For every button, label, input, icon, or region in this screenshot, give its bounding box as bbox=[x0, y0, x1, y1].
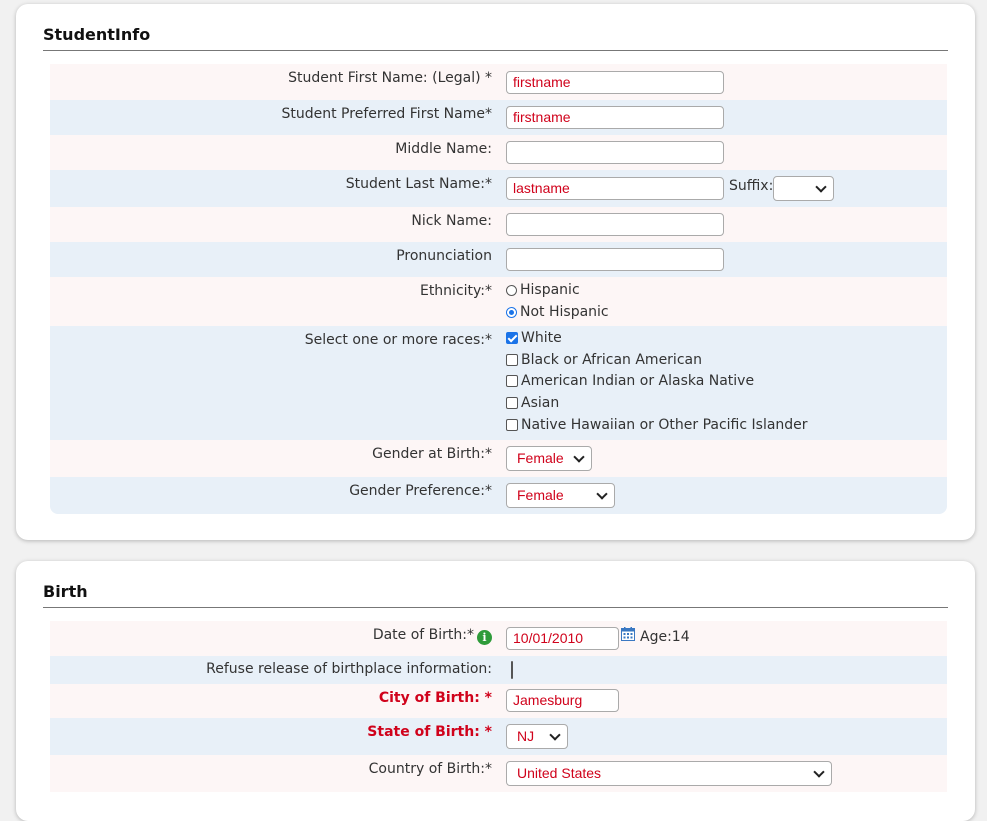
middle-name-input[interactable] bbox=[506, 141, 724, 164]
country-of-birth-label: Country of Birth:* bbox=[368, 761, 492, 777]
race-option-label: Asian bbox=[521, 394, 560, 411]
date-of-birth-label: Date of Birth:* bbox=[372, 627, 474, 643]
row-middle-name: Middle Name: bbox=[50, 135, 947, 170]
row-date-of-birth: Date of Birth:* i 10/01/2010 Age:14 bbox=[50, 621, 947, 656]
chevron-down-icon bbox=[573, 451, 585, 463]
state-of-birth-label: State of Birth: * bbox=[367, 724, 492, 740]
gender-at-birth-select[interactable]: Female bbox=[506, 446, 592, 471]
country-of-birth-value: United States bbox=[517, 765, 602, 781]
last-name-input[interactable]: lastname bbox=[506, 177, 724, 200]
middle-name-label: Middle Name: bbox=[395, 141, 492, 157]
first-name-legal-input[interactable]: firstname bbox=[506, 71, 724, 94]
birth-card: Birth Date of Birth:* i 10/01/2010 Age:14 bbox=[16, 561, 975, 821]
race-option-white[interactable]: White bbox=[506, 327, 808, 349]
gender-preference-value: Female bbox=[517, 487, 564, 503]
row-pronunciation: Pronunciation bbox=[50, 242, 947, 277]
race-option-label: Native Hawaiian or Other Pacific Islande… bbox=[521, 416, 808, 433]
row-city-of-birth: City of Birth: * Jamesburg bbox=[50, 684, 947, 718]
gender-preference-select[interactable]: Female bbox=[506, 483, 615, 508]
row-gender-preference: Gender Preference:* Female bbox=[50, 477, 947, 514]
info-icon[interactable]: i bbox=[477, 630, 492, 645]
ethnicity-option-not-hispanic[interactable]: Not Hispanic bbox=[506, 301, 609, 323]
ethnicity-option-label: Not Hispanic bbox=[520, 304, 609, 320]
checkbox[interactable] bbox=[506, 353, 518, 366]
birth-rows: Date of Birth:* i 10/01/2010 Age:14 Refus… bbox=[50, 621, 947, 792]
row-first-name-legal: Student First Name: (Legal) * firstname bbox=[50, 64, 947, 100]
student-info-heading: StudentInfo bbox=[43, 25, 151, 44]
checkbox[interactable] bbox=[506, 396, 518, 409]
country-of-birth-select[interactable]: United States bbox=[506, 761, 832, 786]
row-races: Select one or more races:* White Black o… bbox=[50, 326, 947, 440]
ethnicity-option-label: Hispanic bbox=[520, 282, 580, 298]
gender-at-birth-label: Gender at Birth:* bbox=[372, 446, 492, 462]
age-text: Age:14 bbox=[640, 629, 690, 645]
refuse-birthplace-label: Refuse release of birthplace information… bbox=[206, 661, 492, 677]
state-of-birth-select[interactable]: NJ bbox=[506, 724, 568, 749]
pronunciation-input[interactable] bbox=[506, 248, 724, 271]
row-state-of-birth: State of Birth: * NJ bbox=[50, 718, 947, 755]
checkbox[interactable] bbox=[506, 418, 518, 431]
row-ethnicity: Ethnicity:* Hispanic Not Hispanic bbox=[50, 277, 947, 326]
chevron-down-icon bbox=[596, 488, 608, 500]
row-refuse-birthplace: Refuse release of birthplace information… bbox=[50, 656, 947, 684]
races-label: Select one or more races:* bbox=[304, 332, 492, 348]
suffix-select[interactable] bbox=[773, 176, 834, 201]
checkbox-checked[interactable] bbox=[506, 331, 518, 344]
date-of-birth-input[interactable]: 10/01/2010 bbox=[506, 627, 619, 650]
gender-at-birth-value: Female bbox=[517, 450, 564, 466]
preferred-first-name-label: Student Preferred First Name* bbox=[281, 106, 493, 122]
pronunciation-label: Pronunciation bbox=[396, 248, 492, 264]
city-of-birth-input[interactable]: Jamesburg bbox=[506, 689, 619, 712]
refuse-birthplace-checkbox[interactable] bbox=[511, 661, 513, 679]
row-preferred-first-name: Student Preferred First Name* firstname bbox=[50, 100, 947, 135]
section-divider bbox=[43, 50, 948, 51]
gender-preference-label: Gender Preference:* bbox=[349, 483, 492, 499]
race-option-label: White bbox=[521, 329, 562, 346]
calendar-icon[interactable] bbox=[621, 627, 635, 641]
last-name-label: Student Last Name:* bbox=[345, 176, 492, 192]
city-of-birth-label: City of Birth: * bbox=[378, 690, 492, 706]
radio-button-selected[interactable] bbox=[506, 306, 517, 318]
ethnicity-label: Ethnicity:* bbox=[419, 283, 492, 299]
race-option-black[interactable]: Black or African American bbox=[506, 349, 808, 371]
races-checkbox-group: White Black or African American American… bbox=[506, 327, 808, 435]
race-option-american-indian[interactable]: American Indian or Alaska Native bbox=[506, 370, 808, 392]
birth-heading: Birth bbox=[43, 582, 88, 601]
student-info-rows: Student First Name: (Legal) * firstname … bbox=[50, 64, 947, 514]
section-divider bbox=[43, 607, 948, 608]
row-gender-at-birth: Gender at Birth:* Female bbox=[50, 440, 947, 477]
chevron-down-icon bbox=[815, 181, 827, 193]
chevron-down-icon bbox=[549, 729, 561, 741]
nick-name-label: Nick Name: bbox=[411, 213, 492, 229]
chevron-down-icon bbox=[813, 766, 825, 778]
date-of-birth-label-wrap: Date of Birth:* i bbox=[373, 627, 492, 645]
ethnicity-radio-group: Hispanic Not Hispanic bbox=[506, 279, 609, 323]
ethnicity-option-hispanic[interactable]: Hispanic bbox=[506, 279, 609, 301]
suffix-label: Suffix: bbox=[729, 178, 774, 194]
radio-button[interactable] bbox=[506, 284, 517, 296]
race-option-asian[interactable]: Asian bbox=[506, 392, 808, 414]
student-info-card: StudentInfo Student First Name: (Legal) … bbox=[16, 4, 975, 540]
preferred-first-name-input[interactable]: firstname bbox=[506, 106, 724, 129]
row-last-name: Student Last Name:* lastname Suffix: bbox=[50, 170, 947, 207]
state-of-birth-value: NJ bbox=[517, 728, 535, 744]
row-country-of-birth: Country of Birth:* United States bbox=[50, 755, 947, 792]
checkbox[interactable] bbox=[506, 375, 518, 388]
row-nick-name: Nick Name: bbox=[50, 207, 947, 242]
race-option-pacific-islander[interactable]: Native Hawaiian or Other Pacific Islande… bbox=[506, 414, 808, 436]
first-name-legal-label: Student First Name: (Legal) * bbox=[288, 70, 492, 86]
race-option-label: Black or African American bbox=[521, 351, 702, 368]
nick-name-input[interactable] bbox=[506, 213, 724, 236]
race-option-label: American Indian or Alaska Native bbox=[521, 373, 755, 390]
